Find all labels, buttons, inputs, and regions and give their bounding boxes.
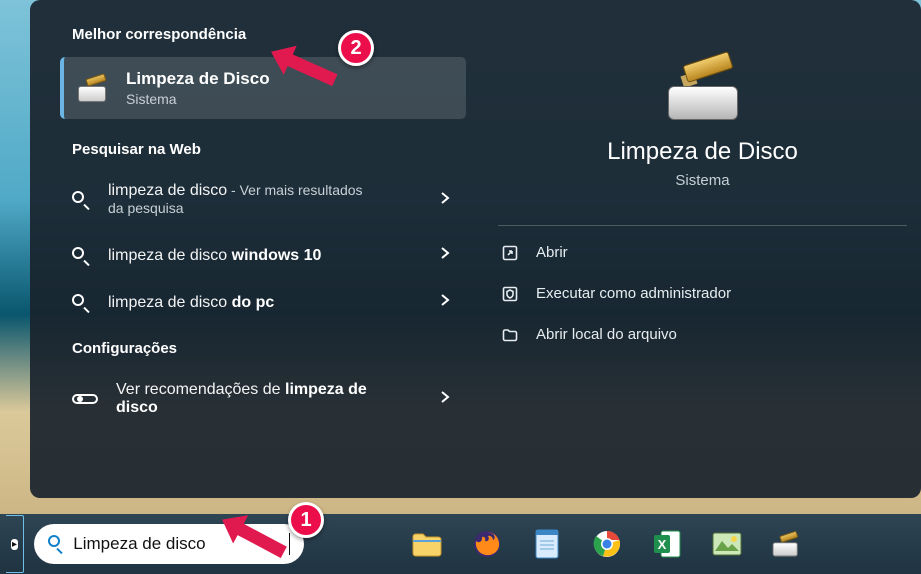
best-match-title: Limpeza de Disco — [126, 69, 270, 89]
search-icon — [72, 247, 90, 265]
disk-cleanup-taskbar-icon[interactable] — [770, 527, 804, 561]
web-result-row[interactable]: limpeza de disco do pc — [58, 279, 466, 326]
taskbar-app-icons: X — [410, 527, 804, 561]
search-result-details: Limpeza de Disco Sistema Abrir Executar … — [478, 0, 921, 498]
excel-icon[interactable]: X — [650, 527, 684, 561]
web-search-heading: Pesquisar na Web — [36, 127, 472, 168]
details-title: Limpeza de Disco — [498, 138, 907, 166]
divider — [498, 225, 907, 226]
run-as-admin-action[interactable]: Executar como administrador — [498, 273, 907, 314]
firefox-icon[interactable] — [470, 527, 504, 561]
search-results-left: Melhor correspondência Limpeza de Disco … — [30, 0, 478, 498]
search-icon — [72, 294, 90, 312]
best-match-result[interactable]: Limpeza de Disco Sistema — [60, 57, 466, 119]
settings-heading: Configurações — [36, 326, 472, 367]
disk-cleanup-icon — [78, 74, 110, 102]
picture-app-icon[interactable] — [710, 527, 744, 561]
chevron-right-icon — [440, 390, 450, 409]
chevron-right-icon — [440, 246, 450, 265]
folder-icon — [502, 327, 518, 343]
open-action[interactable]: Abrir — [498, 232, 907, 273]
best-match-heading: Melhor correspondência — [36, 12, 472, 53]
toggle-icon — [72, 394, 98, 404]
shield-icon — [502, 286, 518, 302]
chrome-icon[interactable] — [590, 527, 624, 561]
disk-cleanup-icon — [658, 52, 748, 120]
windows-taskbar: ▸ X — [0, 514, 921, 574]
notepad-icon[interactable] — [530, 527, 564, 561]
search-icon — [48, 535, 63, 553]
taskbar-search-input[interactable] — [73, 534, 278, 554]
best-match-subtitle: Sistema — [126, 91, 270, 107]
search-icon — [72, 191, 90, 209]
web-result-row[interactable]: limpeza de disco - Ver mais resultados d… — [58, 168, 466, 232]
open-icon — [502, 245, 518, 261]
file-explorer-icon[interactable] — [410, 527, 444, 561]
details-subtitle: Sistema — [498, 172, 907, 189]
open-file-location-action[interactable]: Abrir local do arquivo — [498, 314, 907, 355]
web-result-row[interactable]: limpeza de disco windows 10 — [58, 232, 466, 279]
chevron-right-icon — [440, 293, 450, 312]
start-button[interactable]: ▸ — [6, 515, 24, 573]
taskbar-search-box[interactable] — [34, 524, 304, 564]
chevron-right-icon — [440, 191, 450, 210]
svg-text:X: X — [658, 537, 667, 552]
windows-search-panel: Melhor correspondência Limpeza de Disco … — [30, 0, 921, 498]
settings-result-row[interactable]: Ver recomendações de limpeza de disco — [58, 367, 466, 431]
